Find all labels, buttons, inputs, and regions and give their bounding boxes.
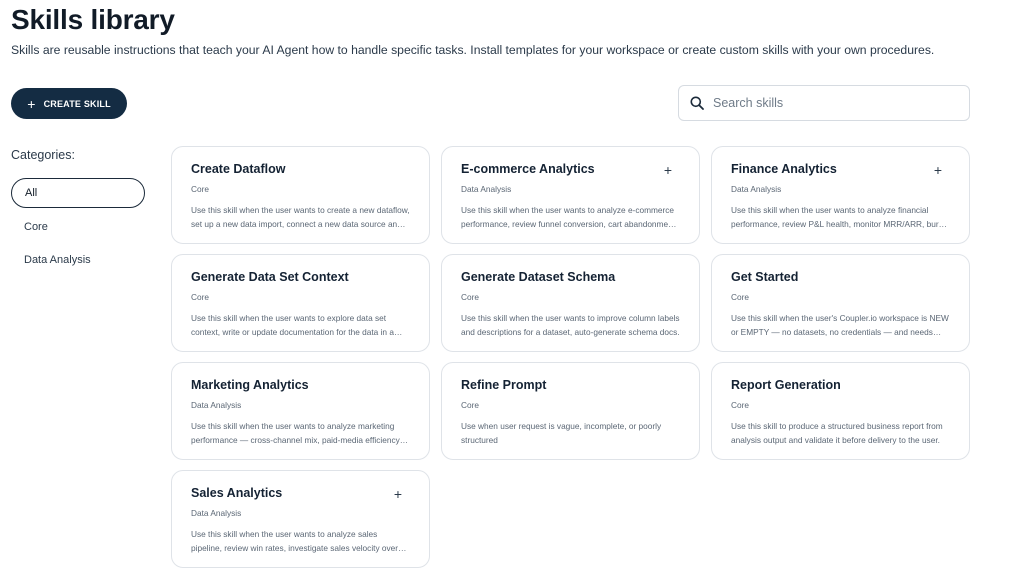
skill-category: Data Analysis bbox=[191, 508, 242, 518]
category-label: Data Analysis bbox=[24, 254, 91, 266]
skill-description: Use this skill when the user wants to an… bbox=[461, 205, 675, 229]
skill-description: Use this skill when the user wants to ex… bbox=[191, 313, 394, 337]
category-item-all[interactable]: All bbox=[11, 178, 145, 208]
create-skill-label: CREATE SKILL bbox=[43, 98, 111, 109]
skill-category: Core bbox=[731, 400, 749, 410]
skill-title: Get Started bbox=[731, 270, 799, 284]
skill-description: Use this skill when the user wants to an… bbox=[191, 529, 399, 553]
skill-card-sales-analytics[interactable]: Sales Analytics Data Analysis Use this s… bbox=[171, 470, 430, 568]
skill-card-generate-data-set-context[interactable]: Generate Data Set Context Core Use this … bbox=[171, 254, 430, 352]
skill-category: Core bbox=[731, 292, 749, 302]
category-label: All bbox=[25, 187, 38, 199]
skill-category: Data Analysis bbox=[461, 184, 512, 194]
page-title: Skills library bbox=[11, 4, 175, 35]
skill-category: Core bbox=[191, 184, 209, 194]
skill-category: Core bbox=[461, 400, 479, 410]
skill-title: Generate Data Set Context bbox=[191, 270, 349, 284]
category-list: All Core Data Analysis bbox=[11, 178, 145, 279]
categories-label: Categories: bbox=[11, 148, 75, 162]
skill-description: Use this skill when the user wants to an… bbox=[731, 205, 944, 229]
skill-title: Report Generation bbox=[731, 378, 841, 392]
skill-category: Core bbox=[461, 292, 479, 302]
skill-category: Data Analysis bbox=[731, 184, 782, 194]
skill-card-ecommerce-analytics[interactable]: E-commerce Analytics Data Analysis Use t… bbox=[441, 146, 700, 244]
skill-title: Marketing Analytics bbox=[191, 378, 309, 392]
add-skill-icon[interactable]: + bbox=[661, 163, 675, 177]
skill-description: Use this skill when the user wants to im… bbox=[461, 313, 680, 337]
skill-card-marketing-analytics[interactable]: Marketing Analytics Data Analysis Use th… bbox=[171, 362, 430, 460]
search-icon bbox=[690, 96, 704, 110]
skill-description: Use this skill to produce a structured b… bbox=[731, 421, 943, 445]
skill-category: Core bbox=[191, 292, 209, 302]
skill-title: Finance Analytics bbox=[731, 162, 837, 176]
skill-title: E-commerce Analytics bbox=[461, 162, 595, 176]
skill-title: Refine Prompt bbox=[461, 378, 547, 392]
plus-icon: + bbox=[27, 95, 36, 112]
search-box[interactable] bbox=[678, 85, 970, 121]
category-item-data-analysis[interactable]: Data Analysis bbox=[11, 245, 145, 275]
skill-title: Create Dataflow bbox=[191, 162, 286, 176]
skill-description: Use this skill when the user wants to an… bbox=[191, 421, 400, 445]
category-label: Core bbox=[24, 220, 48, 233]
skill-title: Generate Dataset Schema bbox=[461, 270, 616, 284]
page-subtitle: Skills are reusable instructions that te… bbox=[11, 43, 935, 57]
skill-description: Use this skill when the user's Coupler.i… bbox=[731, 313, 949, 337]
category-item-core[interactable]: Core bbox=[11, 212, 145, 242]
skill-description: Use when user request is vague, incomple… bbox=[461, 421, 662, 445]
skill-card-create-dataflow[interactable]: Create Dataflow Core Use this skill when… bbox=[171, 146, 430, 244]
search-input[interactable] bbox=[713, 96, 943, 110]
skill-category: Data Analysis bbox=[191, 400, 242, 410]
skill-card-get-started[interactable]: Get Started Core Use this skill when the… bbox=[711, 254, 970, 352]
skill-card-generate-dataset-schema[interactable]: Generate Dataset Schema Core Use this sk… bbox=[441, 254, 700, 352]
skill-description: Use this skill when the user wants to cr… bbox=[191, 205, 410, 229]
skill-card-refine-prompt[interactable]: Refine Prompt Core Use when user request… bbox=[441, 362, 700, 460]
skill-title: Sales Analytics bbox=[191, 486, 283, 500]
skill-card-report-generation[interactable]: Report Generation Core Use this skill to… bbox=[711, 362, 970, 460]
skills-library-page: Skills library Skills are reusable instr… bbox=[0, 0, 1024, 588]
skill-card-finance-analytics[interactable]: Finance Analytics Data Analysis Use this… bbox=[711, 146, 970, 244]
add-skill-icon[interactable]: + bbox=[391, 487, 405, 501]
add-skill-icon[interactable]: + bbox=[931, 163, 945, 177]
create-skill-button[interactable]: + CREATE SKILL bbox=[11, 88, 127, 119]
